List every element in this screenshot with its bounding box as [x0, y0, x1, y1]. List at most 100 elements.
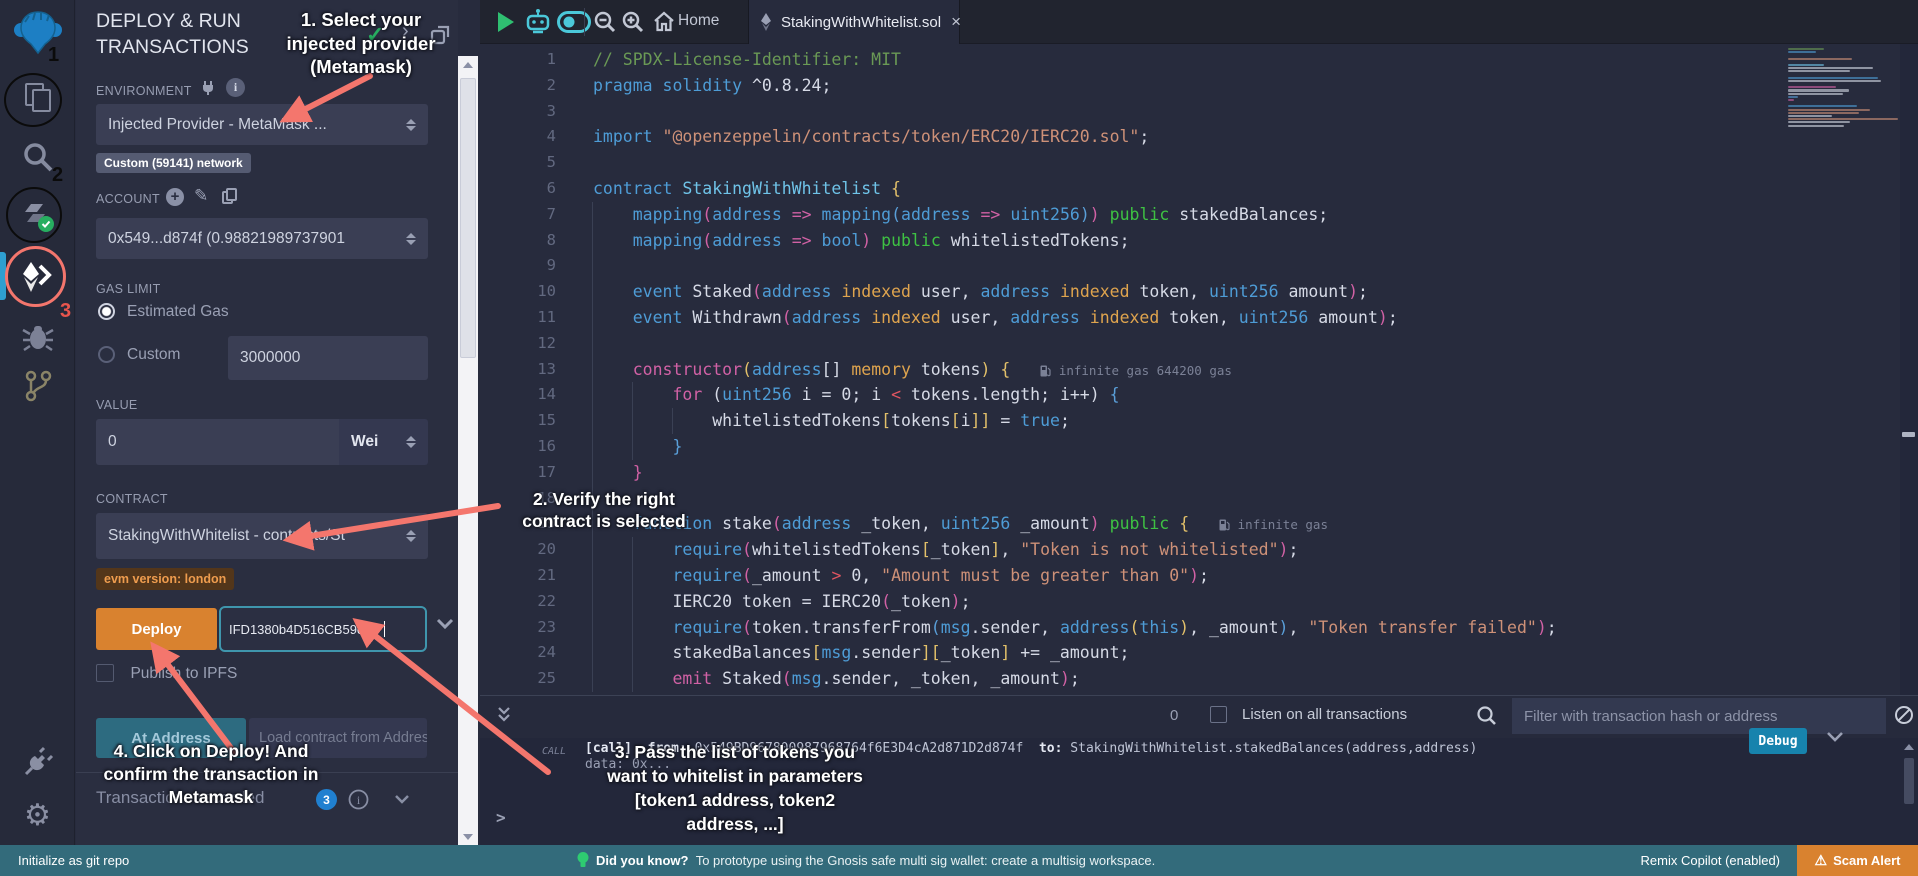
- account-select[interactable]: 0x549...d874f (0.98821989737901: [96, 218, 428, 259]
- deploy-run-panel: DEPLOY & RUN TRANSACTIONS ENVIRONMENT i …: [76, 0, 458, 845]
- code-line[interactable]: 10 event Staked(address indexed user, ad…: [480, 279, 1918, 305]
- code-line[interactable]: 12: [480, 331, 1918, 357]
- solidity-compiler-icon[interactable]: [0, 196, 75, 236]
- collapse-terminal-double-chevron-icon[interactable]: [496, 706, 512, 724]
- value-input[interactable]: 0: [96, 419, 339, 465]
- filter-transactions-input[interactable]: Filter with transaction hash or address: [1512, 698, 1886, 734]
- clear-console-icon[interactable]: [1894, 705, 1914, 725]
- file-explorer-icon[interactable]: [0, 78, 75, 116]
- chevron-updown-icon: [406, 436, 416, 448]
- debug-button[interactable]: Debug: [1749, 728, 1807, 754]
- code-line[interactable]: 25 emit Staked(msg.sender, _token, _amou…: [480, 666, 1918, 692]
- ai-assistant-robot-icon[interactable]: [524, 0, 552, 44]
- code-line[interactable]: 1// SPDX-License-Identifier: MIT: [480, 47, 1918, 73]
- git-init-status[interactable]: Initialize as git repo: [18, 853, 129, 868]
- pin-panel-icon[interactable]: [430, 24, 452, 46]
- code-line[interactable]: 7 mapping(address => mapping(address => …: [480, 202, 1918, 228]
- constructor-args-input[interactable]: IFD1380b4D516CB59c93": [219, 606, 427, 652]
- code-line[interactable]: 24 stakedBalances[msg.sender][_token] +=…: [480, 640, 1918, 666]
- add-account-icon[interactable]: +: [166, 188, 184, 206]
- checkbox-icon: [96, 664, 114, 682]
- estimated-gas-radio[interactable]: Estimated Gas: [98, 303, 229, 321]
- copilot-status[interactable]: Remix Copilot (enabled): [1641, 853, 1780, 868]
- copy-account-icon[interactable]: [222, 188, 238, 205]
- scroll-down-button[interactable]: [458, 828, 478, 845]
- tab-stakingwithwhitelist[interactable]: StakingWithWhitelist.sol ×: [748, 0, 960, 44]
- code-line[interactable]: 17 }: [480, 460, 1918, 486]
- sign-message-icon[interactable]: ✎: [194, 186, 208, 206]
- call-tag: CALL: [542, 746, 566, 757]
- environment-info-icon[interactable]: i: [226, 78, 245, 97]
- plug-small-icon[interactable]: [201, 80, 215, 96]
- home-icon[interactable]: [652, 0, 676, 44]
- search-icon[interactable]: [0, 140, 75, 174]
- code-line[interactable]: 6contract StakingWithWhitelist {: [480, 176, 1918, 202]
- code-line[interactable]: 11 event Withdrawn(address indexed user,…: [480, 305, 1918, 331]
- code-line[interactable]: 9: [480, 253, 1918, 279]
- code-line[interactable]: 15 whitelistedTokens[tokens[i]] = true;: [480, 408, 1918, 434]
- log-data-line: data: 0x...: [585, 757, 671, 772]
- code-line[interactable]: 8 mapping(address => bool) public whitel…: [480, 228, 1918, 254]
- close-tab-icon[interactable]: ×: [951, 12, 961, 32]
- code-line[interactable]: 14 for (uint256 i = 0; i < tokens.length…: [480, 382, 1918, 408]
- environment-select[interactable]: Injected Provider - MetaMask ...: [96, 104, 428, 145]
- terminal-search-icon[interactable]: [1476, 705, 1497, 726]
- code-editor[interactable]: 1// SPDX-License-Identifier: MIT2pragma …: [480, 44, 1918, 695]
- forward-chevron-icon[interactable]: ›: [402, 20, 409, 43]
- code-line[interactable]: 22 IERC20 token = IERC20(_token);: [480, 589, 1918, 615]
- transactions-recorded-label: Transactions recorded: [96, 788, 265, 808]
- deploy-and-run-icon[interactable]: [0, 256, 75, 298]
- debugger-icon[interactable]: [0, 322, 75, 354]
- run-script-play-icon[interactable]: [494, 0, 518, 44]
- code-line[interactable]: 13 constructor(address[] memory tokens) …: [480, 357, 1918, 383]
- terminal-tx-count: 0: [1170, 707, 1178, 724]
- code-line[interactable]: 19 function stake(address _token, uint25…: [480, 511, 1918, 537]
- listen-all-checkbox[interactable]: [1210, 706, 1227, 723]
- transactions-collapse-chevron-icon[interactable]: [394, 794, 410, 805]
- contract-select[interactable]: StakingWithWhitelist - contracts/St: [96, 513, 428, 559]
- custom-gas-radio[interactable]: Custom: [98, 346, 180, 364]
- terminal-scrollbar-thumb[interactable]: [1904, 758, 1914, 804]
- status-bar: Initialize as git repo Did you know? To …: [0, 845, 1918, 876]
- git-icon[interactable]: [0, 368, 75, 404]
- code-line[interactable]: 20 require(whitelistedTokens[_token], "T…: [480, 537, 1918, 563]
- zoom-in-icon[interactable]: [620, 0, 646, 44]
- account-value: 0x549...d874f (0.98821989737901: [108, 230, 345, 248]
- panel-scrollbar[interactable]: [458, 56, 478, 845]
- remix-logo-icon[interactable]: [0, 8, 75, 56]
- at-address-input[interactable]: Load contract from Addres: [249, 718, 427, 758]
- expand-args-chevron-icon[interactable]: [436, 618, 454, 630]
- home-tab-label[interactable]: Home: [678, 12, 719, 30]
- plugin-manager-icon[interactable]: [0, 744, 75, 780]
- radio-icon: [98, 346, 115, 363]
- code-line[interactable]: 4import "@openzeppelin/contracts/token/E…: [480, 124, 1918, 150]
- settings-gear-icon[interactable]: ⚙: [0, 798, 75, 833]
- log-expand-chevron-icon[interactable]: [1825, 730, 1845, 744]
- code-line[interactable]: 2pragma solidity ^0.8.24;: [480, 73, 1918, 99]
- scrollbar-handle[interactable]: [1902, 432, 1915, 437]
- zoom-out-icon[interactable]: [592, 0, 618, 44]
- scroll-up-button[interactable]: [458, 56, 478, 73]
- scam-alert-badge[interactable]: ⚠ Scam Alert: [1797, 845, 1918, 876]
- value-unit-select[interactable]: Wei: [339, 419, 428, 465]
- code-line[interactable]: 16 }: [480, 434, 1918, 460]
- terminal-prompt[interactable]: >: [496, 808, 506, 827]
- code-line[interactable]: 5: [480, 150, 1918, 176]
- deploy-button[interactable]: Deploy: [96, 608, 217, 650]
- editor-minimap[interactable]: [1788, 48, 1902, 128]
- copilot-toggle-icon[interactable]: [556, 0, 592, 44]
- editor-scrollbar[interactable]: [1900, 44, 1918, 695]
- at-address-button[interactable]: At Address: [96, 718, 246, 758]
- environment-label: ENVIRONMENT: [96, 84, 192, 98]
- code-line[interactable]: 21 require(_amount > 0, "Amount must be …: [480, 563, 1918, 589]
- transactions-info-icon[interactable]: i: [348, 789, 369, 810]
- custom-gas-input[interactable]: 3000000: [228, 336, 428, 380]
- code-line[interactable]: 18: [480, 486, 1918, 512]
- code-line[interactable]: 3: [480, 99, 1918, 125]
- code-line[interactable]: 23 require(token.transferFrom(msg.sender…: [480, 615, 1918, 641]
- transactions-count-badge: 3: [316, 789, 337, 810]
- scrollbar-thumb[interactable]: [460, 78, 476, 358]
- icon-sidebar: ⚙: [0, 0, 75, 845]
- publish-to-ipfs-checkbox[interactable]: Publish to IPFS: [96, 664, 237, 683]
- log-line[interactable]: [call] from: 0x549BD967800987968764f6E3D…: [585, 741, 1477, 756]
